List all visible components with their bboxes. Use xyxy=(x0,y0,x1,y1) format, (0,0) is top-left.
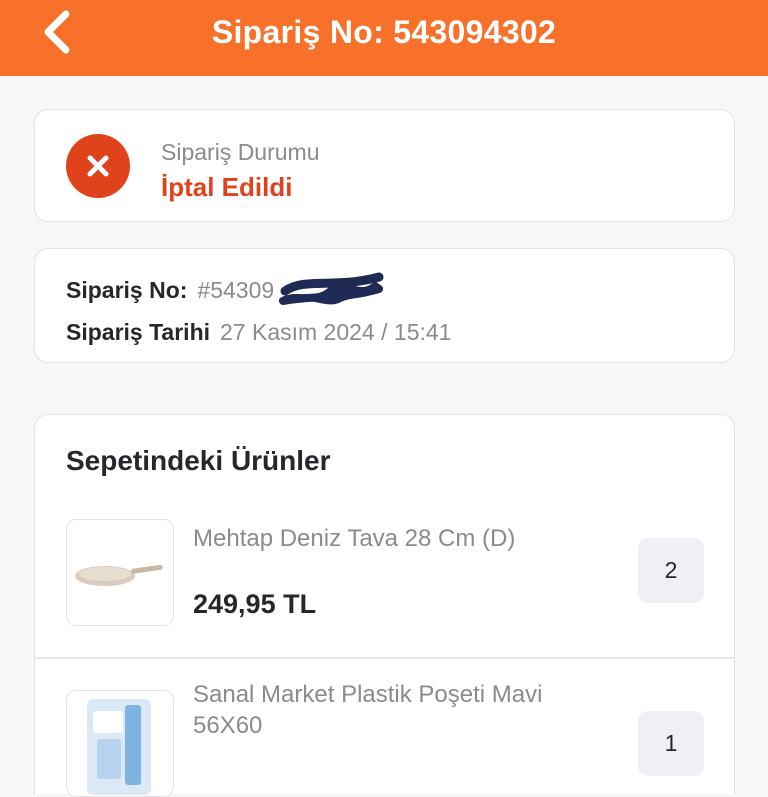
frying-pan-image xyxy=(75,564,163,586)
product-name[interactable]: Mehtap Deniz Tava 28 Cm (D) xyxy=(193,523,593,554)
order-date-label: Sipariş Tarihi xyxy=(66,319,211,345)
plastic-bag-image xyxy=(87,699,151,795)
redaction-scribble xyxy=(279,272,384,305)
top-bar: Sipariş No: 543094302 xyxy=(0,0,768,76)
product-image-plastic-bag[interactable] xyxy=(66,690,174,797)
cart-card: Sepetindeki Ürünler Mehtap Deniz Tava 28… xyxy=(34,414,735,797)
status-label: Sipariş Durumu xyxy=(161,139,320,165)
order-status-card: Sipariş Durumu İptal Edildi xyxy=(34,109,735,222)
item-divider xyxy=(35,657,734,659)
order-number-row: Sipariş No: #54309 xyxy=(66,277,274,304)
cancel-x-icon xyxy=(66,134,130,198)
order-number-label: Sipariş No: xyxy=(66,277,188,303)
product-name[interactable]: Sanal Market Plastik Poşeti Mavi 56X60 xyxy=(193,679,593,741)
quantity-badge: 2 xyxy=(638,538,704,603)
product-price: 249,95 TL xyxy=(193,589,317,619)
order-number-value: #54309 xyxy=(197,277,275,303)
product-image-frying-pan[interactable] xyxy=(66,519,174,626)
order-date-row: Sipariş Tarihi 27 Kasım 2024 / 15:41 xyxy=(66,319,451,346)
order-date-value: 27 Kasım 2024 / 15:41 xyxy=(220,319,452,345)
cart-title: Sepetindeki Ürünler xyxy=(66,445,331,476)
quantity-badge: 1 xyxy=(638,711,704,776)
status-value: İptal Edildi xyxy=(161,172,293,202)
order-info-card: Sipariş No: #54309 Sipariş Tarihi 27 Kasım… xyxy=(34,248,735,363)
page-title: Sipariş No: 543094302 xyxy=(211,14,557,50)
